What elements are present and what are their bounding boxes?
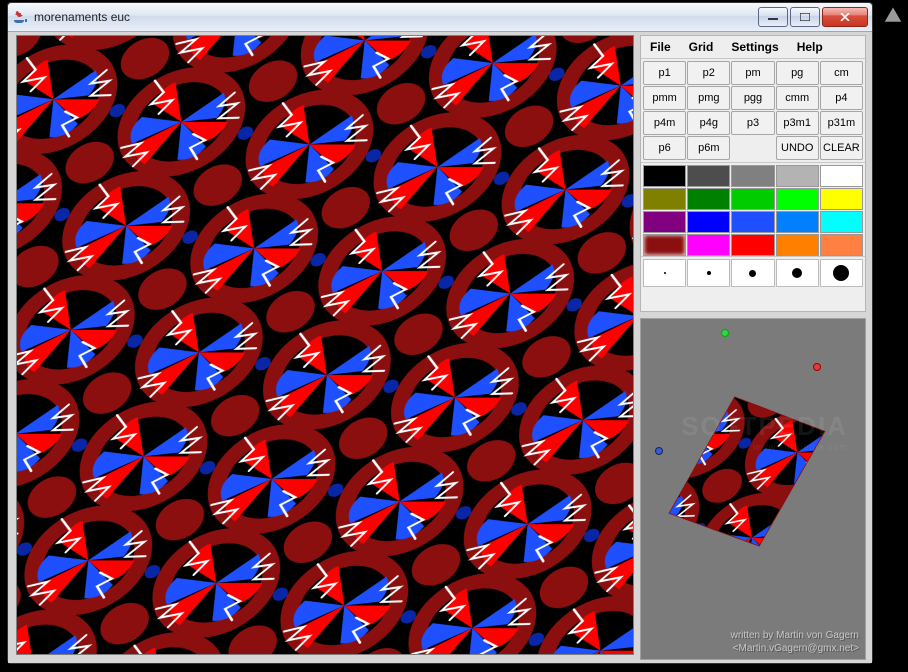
- symmetry-pmm-button[interactable]: pmm: [643, 86, 686, 110]
- symmetry-cmm-button[interactable]: cmm: [776, 86, 819, 110]
- symmetry-p6m-button[interactable]: p6m: [687, 136, 730, 160]
- close-button[interactable]: [822, 7, 868, 27]
- symmetry-p1-button[interactable]: p1: [643, 61, 686, 85]
- symmetry-group-grid: p1p2pmpgcm pmmpmgpggcmmp4 p4mp4gp3p3m1p31m…: [641, 59, 865, 162]
- menubar: File Grid Settings Help: [641, 36, 865, 59]
- handle-top[interactable]: [721, 329, 729, 337]
- menu-help[interactable]: Help: [788, 36, 832, 58]
- color-palette: [641, 162, 865, 256]
- color-swatch[interactable]: [643, 165, 686, 187]
- app-stage: morenaments euc: [0, 0, 908, 672]
- symmetry-p2-button[interactable]: p2: [687, 61, 730, 85]
- handle-left[interactable]: [655, 447, 663, 455]
- credits-email: <Martin.vGagern@gmx.net>: [733, 643, 859, 654]
- symmetry-p4m-button[interactable]: p4m: [643, 111, 686, 135]
- handle-right[interactable]: [813, 363, 821, 371]
- brush-size-7[interactable]: [731, 259, 774, 287]
- credits-author: written by Martin von Gagern: [731, 630, 859, 641]
- symmetry-p31m-button[interactable]: p31m: [820, 111, 863, 135]
- symmetry-p4g-button[interactable]: p4g: [687, 111, 730, 135]
- color-swatch[interactable]: [820, 234, 863, 256]
- color-swatch[interactable]: [731, 234, 774, 256]
- color-swatch[interactable]: [776, 211, 819, 233]
- menu-grid[interactable]: Grid: [680, 36, 723, 58]
- maximize-button[interactable]: [790, 7, 820, 27]
- brush-size-10[interactable]: [776, 259, 819, 287]
- minimize-button[interactable]: [758, 7, 788, 27]
- symmetry-p4-button[interactable]: p4: [820, 86, 863, 110]
- menu-file[interactable]: File: [641, 36, 680, 58]
- menu-settings[interactable]: Settings: [722, 36, 787, 58]
- symmetry-p3-button[interactable]: p3: [731, 111, 774, 135]
- symmetry-blank: [731, 136, 774, 160]
- color-swatch[interactable]: [643, 211, 686, 233]
- symmetry-cm-button[interactable]: cm: [820, 61, 863, 85]
- symmetry-p6-button[interactable]: p6: [643, 136, 686, 160]
- java-cup-icon: [12, 9, 28, 25]
- color-swatch[interactable]: [820, 188, 863, 210]
- window-title: morenaments euc: [34, 10, 758, 24]
- brush-size-4[interactable]: [687, 259, 730, 287]
- color-swatch[interactable]: [643, 234, 686, 256]
- color-swatch[interactable]: [731, 188, 774, 210]
- color-swatch[interactable]: [687, 234, 730, 256]
- color-swatch[interactable]: [820, 211, 863, 233]
- color-swatch[interactable]: [820, 165, 863, 187]
- color-swatch[interactable]: [687, 211, 730, 233]
- tile-preview-canvas[interactable]: [641, 319, 865, 625]
- symmetry-pm-button[interactable]: pm: [731, 61, 774, 85]
- color-swatch[interactable]: [687, 165, 730, 187]
- app-window: morenaments euc: [7, 2, 873, 664]
- drawing-canvas[interactable]: [16, 35, 634, 655]
- brush-size-row: [641, 256, 865, 289]
- unit-cell-rhombus[interactable]: [651, 387, 857, 567]
- symmetry-pgg-button[interactable]: pgg: [731, 86, 774, 110]
- color-swatch[interactable]: [687, 188, 730, 210]
- symmetry-p3m1-button[interactable]: p3m1: [776, 111, 819, 135]
- brush-size-16[interactable]: [820, 259, 863, 287]
- tile-preview-panel: written by Martin von Gagern <Martin.vGa…: [640, 318, 866, 660]
- warn-icon: [884, 6, 902, 29]
- tools-panel: File Grid Settings Help p1p2pmpgcm pmmpmg…: [640, 35, 866, 312]
- pattern-view: [17, 36, 633, 654]
- symmetry-pmg-button[interactable]: pmg: [687, 86, 730, 110]
- symmetry-pg-button[interactable]: pg: [776, 61, 819, 85]
- brush-size-2[interactable]: [643, 259, 686, 287]
- symmetry-undo-button[interactable]: UNDO: [776, 136, 819, 160]
- color-swatch[interactable]: [776, 188, 819, 210]
- titlebar[interactable]: morenaments euc: [8, 3, 872, 32]
- color-swatch[interactable]: [643, 188, 686, 210]
- color-swatch[interactable]: [776, 234, 819, 256]
- symmetry-clear-button[interactable]: CLEAR: [820, 136, 863, 160]
- color-swatch[interactable]: [776, 165, 819, 187]
- color-swatch[interactable]: [731, 211, 774, 233]
- color-swatch[interactable]: [731, 165, 774, 187]
